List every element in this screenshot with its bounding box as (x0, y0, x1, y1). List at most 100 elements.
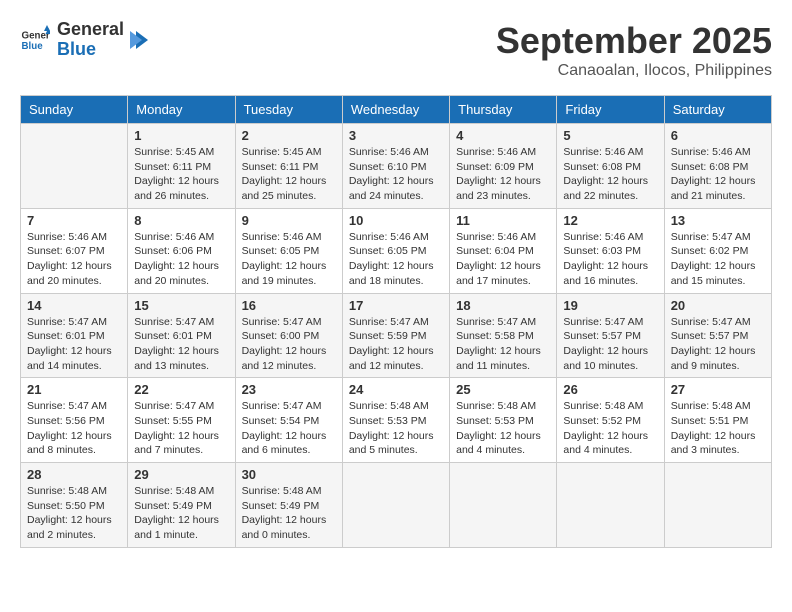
calendar-cell (21, 124, 128, 209)
day-info: Sunrise: 5:48 AMSunset: 5:50 PMDaylight:… (27, 484, 121, 543)
calendar-cell: 4 Sunrise: 5:46 AMSunset: 6:09 PMDaylight… (450, 124, 557, 209)
day-info: Sunrise: 5:47 AMSunset: 5:56 PMDaylight:… (27, 399, 121, 458)
day-info: Sunrise: 5:47 AMSunset: 5:54 PMDaylight:… (242, 399, 336, 458)
calendar-cell: 11 Sunrise: 5:46 AMSunset: 6:04 PMDayligh… (450, 208, 557, 293)
logo-icon: General Blue (20, 25, 50, 55)
day-info: Sunrise: 5:48 AMSunset: 5:51 PMDaylight:… (671, 399, 765, 458)
calendar-cell: 2 Sunrise: 5:45 AMSunset: 6:11 PMDaylight… (235, 124, 342, 209)
day-number: 17 (349, 298, 443, 313)
day-number: 8 (134, 213, 228, 228)
calendar-table: SundayMondayTuesdayWednesdayThursdayFrid… (20, 95, 772, 548)
day-info: Sunrise: 5:47 AMSunset: 5:57 PMDaylight:… (671, 315, 765, 374)
calendar-cell: 6Sunrise: 5:46 AMSunset: 6:08 PMDaylight… (664, 124, 771, 209)
header: General Blue General Blue September 2025… (20, 20, 772, 80)
calendar-cell (342, 463, 449, 548)
day-header-tuesday: Tuesday (235, 96, 342, 124)
logo-general: General (57, 20, 124, 40)
day-header-saturday: Saturday (664, 96, 771, 124)
day-info: Sunrise: 5:46 AMSunset: 6:04 PMDaylight:… (456, 230, 550, 289)
calendar-cell (664, 463, 771, 548)
day-header-sunday: Sunday (21, 96, 128, 124)
title-area: September 2025 Canaoalan, Ilocos, Philip… (496, 20, 772, 80)
week-row-3: 14 Sunrise: 5:47 AMSunset: 6:01 PMDayligh… (21, 293, 772, 378)
day-number: 30 (242, 467, 336, 482)
day-info: Sunrise: 5:48 AMSunset: 5:52 PMDaylight:… (563, 399, 657, 458)
day-number: 29 (134, 467, 228, 482)
day-number: 24 (349, 382, 443, 397)
day-info: Sunrise: 5:47 AMSunset: 5:58 PMDaylight:… (456, 315, 550, 374)
day-info: Sunrise: 5:46 AMSunset: 6:05 PMDaylight:… (349, 230, 443, 289)
logo-blue: Blue (57, 40, 124, 60)
day-number: 23 (242, 382, 336, 397)
day-number: 26 (563, 382, 657, 397)
calendar-cell: 25 Sunrise: 5:48 AMSunset: 5:53 PMDayligh… (450, 378, 557, 463)
calendar-cell: 24 Sunrise: 5:48 AMSunset: 5:53 PMDayligh… (342, 378, 449, 463)
day-info: Sunrise: 5:47 AMSunset: 6:01 PMDaylight:… (27, 315, 121, 374)
day-number: 4 (456, 128, 550, 143)
day-number: 10 (349, 213, 443, 228)
day-number: 6 (671, 128, 765, 143)
calendar-cell: 22 Sunrise: 5:47 AMSunset: 5:55 PMDayligh… (128, 378, 235, 463)
calendar-cell: 12 Sunrise: 5:46 AMSunset: 6:03 PMDayligh… (557, 208, 664, 293)
day-info: Sunrise: 5:47 AMSunset: 5:59 PMDaylight:… (349, 315, 443, 374)
day-info: Sunrise: 5:47 AMSunset: 6:01 PMDaylight:… (134, 315, 228, 374)
day-info: Sunrise: 5:48 AMSunset: 5:49 PMDaylight:… (242, 484, 336, 543)
day-info: Sunrise: 5:46 AMSunset: 6:06 PMDaylight:… (134, 230, 228, 289)
month-title: September 2025 (496, 20, 772, 62)
day-number: 19 (563, 298, 657, 313)
calendar-cell: 9Sunrise: 5:46 AMSunset: 6:05 PMDaylight… (235, 208, 342, 293)
day-info: Sunrise: 5:48 AMSunset: 5:53 PMDaylight:… (349, 399, 443, 458)
calendar-cell (450, 463, 557, 548)
day-number: 16 (242, 298, 336, 313)
svg-text:Blue: Blue (22, 41, 44, 52)
calendar-cell: 10 Sunrise: 5:46 AMSunset: 6:05 PMDayligh… (342, 208, 449, 293)
day-header-friday: Friday (557, 96, 664, 124)
calendar-cell: 15 Sunrise: 5:47 AMSunset: 6:01 PMDayligh… (128, 293, 235, 378)
calendar-cell: 8 Sunrise: 5:46 AMSunset: 6:06 PMDaylight… (128, 208, 235, 293)
day-number: 27 (671, 382, 765, 397)
day-number: 18 (456, 298, 550, 313)
day-number: 22 (134, 382, 228, 397)
calendar-cell: 26 Sunrise: 5:48 AMSunset: 5:52 PMDayligh… (557, 378, 664, 463)
day-number: 5 (563, 128, 657, 143)
day-number: 25 (456, 382, 550, 397)
week-row-1: 1Sunrise: 5:45 AMSunset: 6:11 PMDaylight… (21, 124, 772, 209)
day-number: 14 (27, 298, 121, 313)
day-number: 21 (27, 382, 121, 397)
day-info: Sunrise: 5:47 AMSunset: 5:55 PMDaylight:… (134, 399, 228, 458)
day-info: Sunrise: 5:47 AMSunset: 6:00 PMDaylight:… (242, 315, 336, 374)
day-number: 28 (27, 467, 121, 482)
calendar-cell: 21 Sunrise: 5:47 AMSunset: 5:56 PMDayligh… (21, 378, 128, 463)
calendar-cell: 5 Sunrise: 5:46 AMSunset: 6:08 PMDaylight… (557, 124, 664, 209)
calendar-cell: 23 Sunrise: 5:47 AMSunset: 5:54 PMDayligh… (235, 378, 342, 463)
day-info: Sunrise: 5:46 AMSunset: 6:08 PMDaylight:… (563, 145, 657, 204)
day-info: Sunrise: 5:46 AMSunset: 6:10 PMDaylight:… (349, 145, 443, 204)
day-info: Sunrise: 5:47 AMSunset: 5:57 PMDaylight:… (563, 315, 657, 374)
svg-text:General: General (22, 30, 51, 41)
day-header-thursday: Thursday (450, 96, 557, 124)
day-info: Sunrise: 5:45 AMSunset: 6:11 PMDaylight:… (242, 145, 336, 204)
week-row-5: 28 Sunrise: 5:48 AMSunset: 5:50 PMDayligh… (21, 463, 772, 548)
calendar-cell: 18 Sunrise: 5:47 AMSunset: 5:58 PMDayligh… (450, 293, 557, 378)
day-info: Sunrise: 5:45 AMSunset: 6:11 PMDaylight:… (134, 145, 228, 204)
calendar-cell: 1Sunrise: 5:45 AMSunset: 6:11 PMDaylight… (128, 124, 235, 209)
calendar-cell: 13Sunrise: 5:47 AMSunset: 6:02 PMDayligh… (664, 208, 771, 293)
week-row-4: 21 Sunrise: 5:47 AMSunset: 5:56 PMDayligh… (21, 378, 772, 463)
day-number: 12 (563, 213, 657, 228)
day-info: Sunrise: 5:48 AMSunset: 5:53 PMDaylight:… (456, 399, 550, 458)
logo-chevron-icon (128, 29, 150, 51)
location-title: Canaoalan, Ilocos, Philippines (496, 62, 772, 80)
day-info: Sunrise: 5:46 AMSunset: 6:09 PMDaylight:… (456, 145, 550, 204)
day-number: 7 (27, 213, 121, 228)
day-info: Sunrise: 5:46 AMSunset: 6:03 PMDaylight:… (563, 230, 657, 289)
calendar-cell: 19 Sunrise: 5:47 AMSunset: 5:57 PMDayligh… (557, 293, 664, 378)
calendar-header-row: SundayMondayTuesdayWednesdayThursdayFrid… (21, 96, 772, 124)
day-number: 2 (242, 128, 336, 143)
day-info: Sunrise: 5:46 AMSunset: 6:05 PMDaylight:… (242, 230, 336, 289)
day-number: 11 (456, 213, 550, 228)
calendar-cell: 30 Sunrise: 5:48 AMSunset: 5:49 PMDayligh… (235, 463, 342, 548)
day-info: Sunrise: 5:46 AMSunset: 6:07 PMDaylight:… (27, 230, 121, 289)
day-number: 3 (349, 128, 443, 143)
day-info: Sunrise: 5:47 AMSunset: 6:02 PMDaylight:… (671, 230, 765, 289)
day-number: 15 (134, 298, 228, 313)
